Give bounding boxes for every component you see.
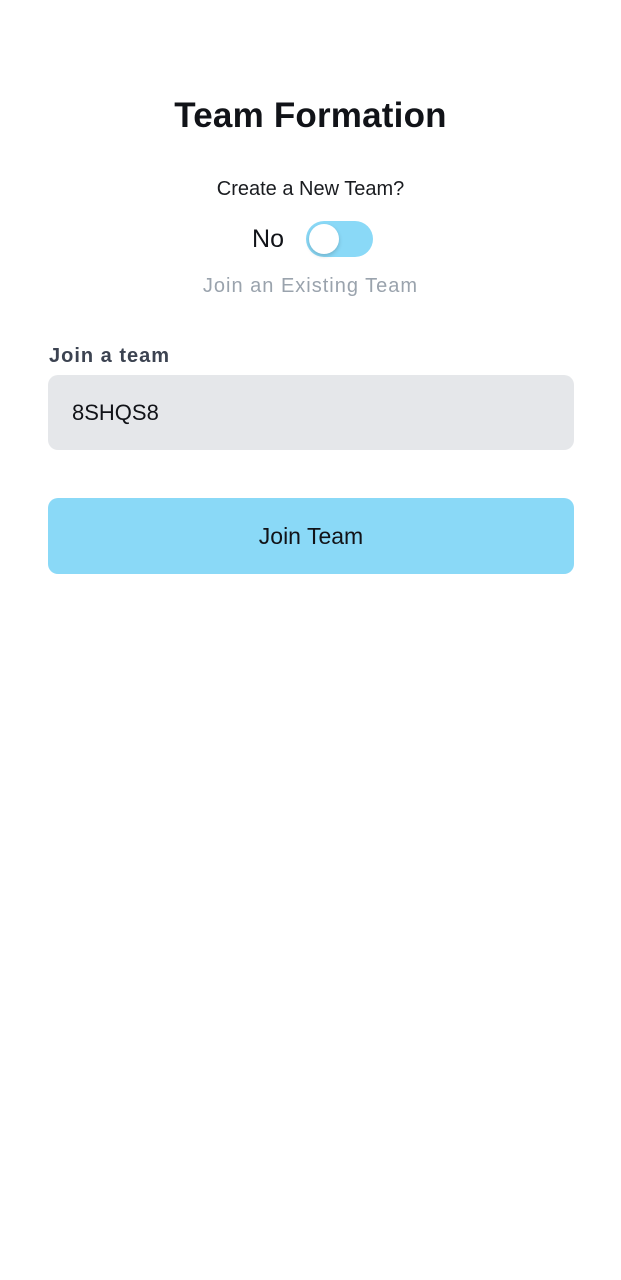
create-team-question: Create a New Team? bbox=[216, 178, 405, 200]
team-formation-screen: Team Formation Create a New Team? No Joi… bbox=[0, 0, 621, 1280]
create-team-toggle[interactable] bbox=[305, 221, 373, 257]
create-team-toggle-row: No bbox=[0, 220, 621, 258]
join-team-button[interactable]: Join Team bbox=[48, 498, 574, 574]
team-code-input[interactable] bbox=[48, 375, 574, 450]
toggle-state-label: No bbox=[252, 224, 284, 253]
join-team-label: Join a team bbox=[49, 345, 171, 367]
page-title: Team Formation bbox=[174, 96, 447, 135]
toggle-knob bbox=[308, 224, 339, 254]
join-existing-team-caption: Join an Existing Team bbox=[202, 275, 419, 297]
